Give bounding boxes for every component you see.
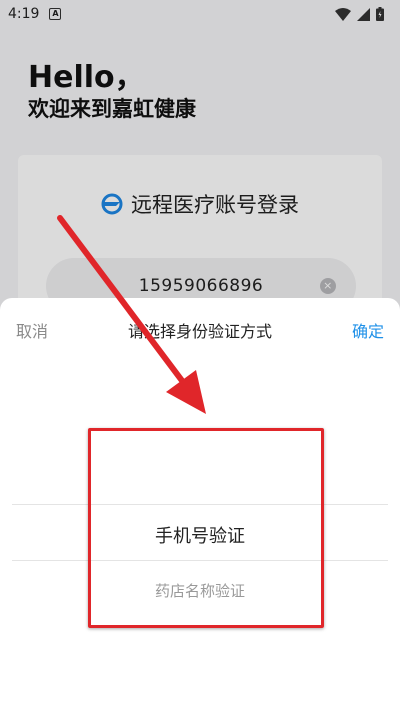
annotation-highlight-box	[88, 428, 324, 628]
